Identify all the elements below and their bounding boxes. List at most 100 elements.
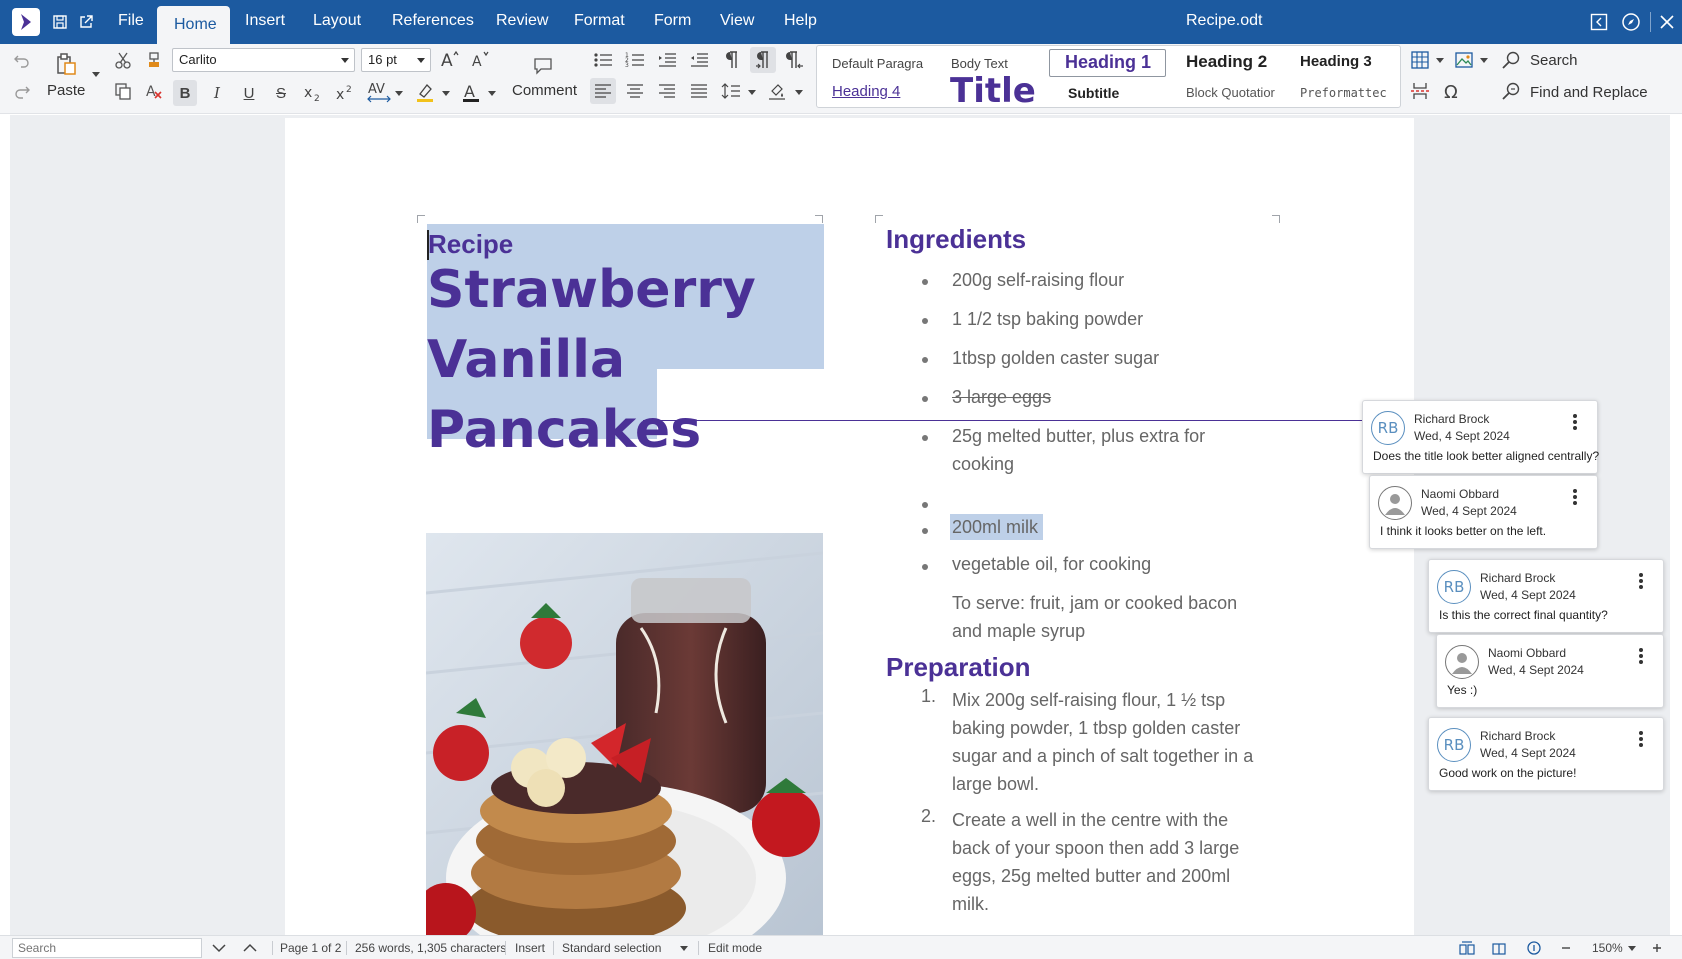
style-heading4[interactable]: Heading 4 <box>832 83 932 100</box>
style-default-paragraph[interactable]: Default Paragra <box>832 56 932 71</box>
clear-formatting-icon[interactable]: A <box>143 80 165 102</box>
font-size-select[interactable]: 16 pt <box>361 48 431 72</box>
style-heading1[interactable]: Heading 1 <box>1065 52 1165 73</box>
more-options-icon[interactable] <box>1639 573 1643 589</box>
recipe-label[interactable]: Recipe <box>428 229 513 260</box>
find-replace-icon[interactable] <box>1499 79 1523 103</box>
more-options-icon[interactable] <box>1639 731 1643 747</box>
find-previous-icon[interactable] <box>241 940 259 956</box>
superscript-button[interactable]: x2 <box>332 80 358 106</box>
find-next-icon[interactable] <box>210 940 228 956</box>
menu-home[interactable]: Home <box>157 6 230 44</box>
find-replace-label[interactable]: Find and Replace <box>1530 84 1648 101</box>
cut-icon[interactable] <box>112 49 134 71</box>
menu-format[interactable]: Format <box>574 12 625 30</box>
menu-layout[interactable]: Layout <box>313 12 361 30</box>
zoom-dropdown-icon[interactable] <box>1628 946 1636 951</box>
comment-card[interactable]: RB Richard Brock Wed, 4 Sept 2024 Does t… <box>1362 400 1599 474</box>
ingredient-item[interactable]: vegetable oil, for cooking <box>952 550 1151 578</box>
step-line[interactable]: eggs, 25g melted butter and 200ml <box>952 862 1230 890</box>
step-line[interactable]: baking powder, 1 tbsp golden caster <box>952 714 1240 742</box>
font-name-select[interactable]: Carlito <box>172 48 355 72</box>
decrease-indent-icon[interactable] <box>686 47 712 73</box>
word-count[interactable]: 256 words, 1,305 characters <box>355 941 506 955</box>
rtl-paragraph-icon[interactable] <box>782 47 808 73</box>
shrink-font-icon[interactable]: A <box>469 47 493 71</box>
increase-indent-icon[interactable] <box>654 47 680 73</box>
comment-card[interactable]: Naomi Obbard Wed, 4 Sept 2024 I think it… <box>1369 475 1598 549</box>
zoom-reset-icon[interactable] <box>1525 939 1543 957</box>
style-block-quotation[interactable]: Block Quotatior <box>1186 85 1276 100</box>
comment-card[interactable]: RB Richard Brock Wed, 4 Sept 2024 Is thi… <box>1428 559 1664 633</box>
multi-page-view-icon[interactable] <box>1458 939 1476 957</box>
title-line-1[interactable]: Strawberry <box>427 260 756 320</box>
align-center-icon[interactable] <box>622 78 648 104</box>
zoom-in-icon[interactable] <box>1648 939 1666 957</box>
document-page[interactable]: Recipe Strawberry Vanilla Pancakes Ingre… <box>285 118 1414 935</box>
font-color-icon[interactable]: A <box>458 79 484 105</box>
font-color-dropdown-icon[interactable] <box>488 91 496 96</box>
special-character-icon[interactable]: Ω <box>1440 79 1464 103</box>
paragraph-color-dropdown-icon[interactable] <box>795 90 803 95</box>
image-dropdown-icon[interactable] <box>1480 58 1488 63</box>
title-line-2[interactable]: Vanilla <box>427 330 625 390</box>
close-icon[interactable] <box>1656 11 1678 33</box>
menu-insert[interactable]: Insert <box>245 12 285 30</box>
ingredient-item[interactable]: 1tbsp golden caster sugar <box>952 344 1159 372</box>
ingredient-item[interactable]: 1 1/2 tsp baking powder <box>952 305 1143 333</box>
ingredients-heading[interactable]: Ingredients <box>886 224 1026 255</box>
step-line[interactable]: Create a well in the centre with the <box>952 806 1228 834</box>
step-line[interactable]: sugar and a pinch of salt together in a <box>952 742 1253 770</box>
undo-icon[interactable] <box>10 49 34 71</box>
more-options-icon[interactable] <box>1573 414 1577 430</box>
paragraph-color-icon[interactable] <box>764 78 790 104</box>
ltr-paragraph-icon[interactable] <box>750 47 776 73</box>
style-title[interactable]: Title <box>950 71 1050 111</box>
app-logo-icon[interactable] <box>12 8 40 36</box>
highlight-dropdown-icon[interactable] <box>442 91 450 96</box>
line-spacing-dropdown-icon[interactable] <box>748 90 756 95</box>
bold-button[interactable]: B <box>173 80 197 106</box>
sidebar-toggle-icon[interactable] <box>1588 11 1610 33</box>
insert-mode[interactable]: Insert <box>515 941 545 955</box>
style-heading2[interactable]: Heading 2 <box>1186 52 1286 72</box>
ingredient-item[interactable]: To serve: fruit, jam or cooked bacon <box>952 589 1237 617</box>
insert-table-icon[interactable] <box>1408 48 1432 72</box>
italic-button[interactable]: I <box>205 80 229 106</box>
comment-icon[interactable] <box>530 52 556 78</box>
line-spacing-icon[interactable] <box>718 78 744 104</box>
strikethrough-button[interactable]: S <box>269 80 293 106</box>
style-subtitle[interactable]: Subtitle <box>1068 85 1168 101</box>
menu-view[interactable]: View <box>720 12 754 30</box>
formatting-marks-icon[interactable] <box>718 47 744 73</box>
table-dropdown-icon[interactable] <box>1436 58 1444 63</box>
clone-formatting-icon[interactable] <box>143 49 165 71</box>
save-icon[interactable] <box>50 12 70 32</box>
redo-icon[interactable] <box>10 80 34 102</box>
align-left-icon[interactable] <box>590 78 616 104</box>
bullet-list-icon[interactable] <box>590 47 616 73</box>
selection-mode[interactable]: Standard selection <box>562 941 661 955</box>
compass-icon[interactable] <box>1620 11 1642 33</box>
ingredient-item-deleted[interactable]: 3 large eggs <box>952 383 1051 411</box>
step-line[interactable]: large bowl. <box>952 770 1039 798</box>
style-body-text[interactable]: Body Text <box>951 56 1031 71</box>
paste-icon[interactable] <box>52 50 80 78</box>
comment-label[interactable]: Comment <box>512 82 577 99</box>
paste-label[interactable]: Paste <box>47 82 85 99</box>
more-options-icon[interactable] <box>1639 648 1643 664</box>
style-heading3[interactable]: Heading 3 <box>1300 53 1400 70</box>
selection-mode-dropdown-icon[interactable] <box>680 946 688 951</box>
preparation-heading[interactable]: Preparation <box>886 652 1031 683</box>
justify-icon[interactable] <box>686 78 712 104</box>
zoom-out-icon[interactable] <box>1557 939 1575 957</box>
search-label[interactable]: Search <box>1530 52 1578 69</box>
status-search-input[interactable] <box>12 938 202 958</box>
subscript-button[interactable]: x2 <box>300 80 326 106</box>
ingredient-item[interactable]: 25g melted butter, plus extra for <box>952 422 1205 450</box>
style-preformatted[interactable]: Preformattec <box>1300 86 1390 100</box>
search-icon[interactable] <box>1499 48 1523 72</box>
ingredient-item-continued[interactable]: and maple syrup <box>952 617 1085 645</box>
paste-dropdown-icon[interactable] <box>92 72 100 77</box>
page-break-icon[interactable] <box>1408 79 1432 103</box>
